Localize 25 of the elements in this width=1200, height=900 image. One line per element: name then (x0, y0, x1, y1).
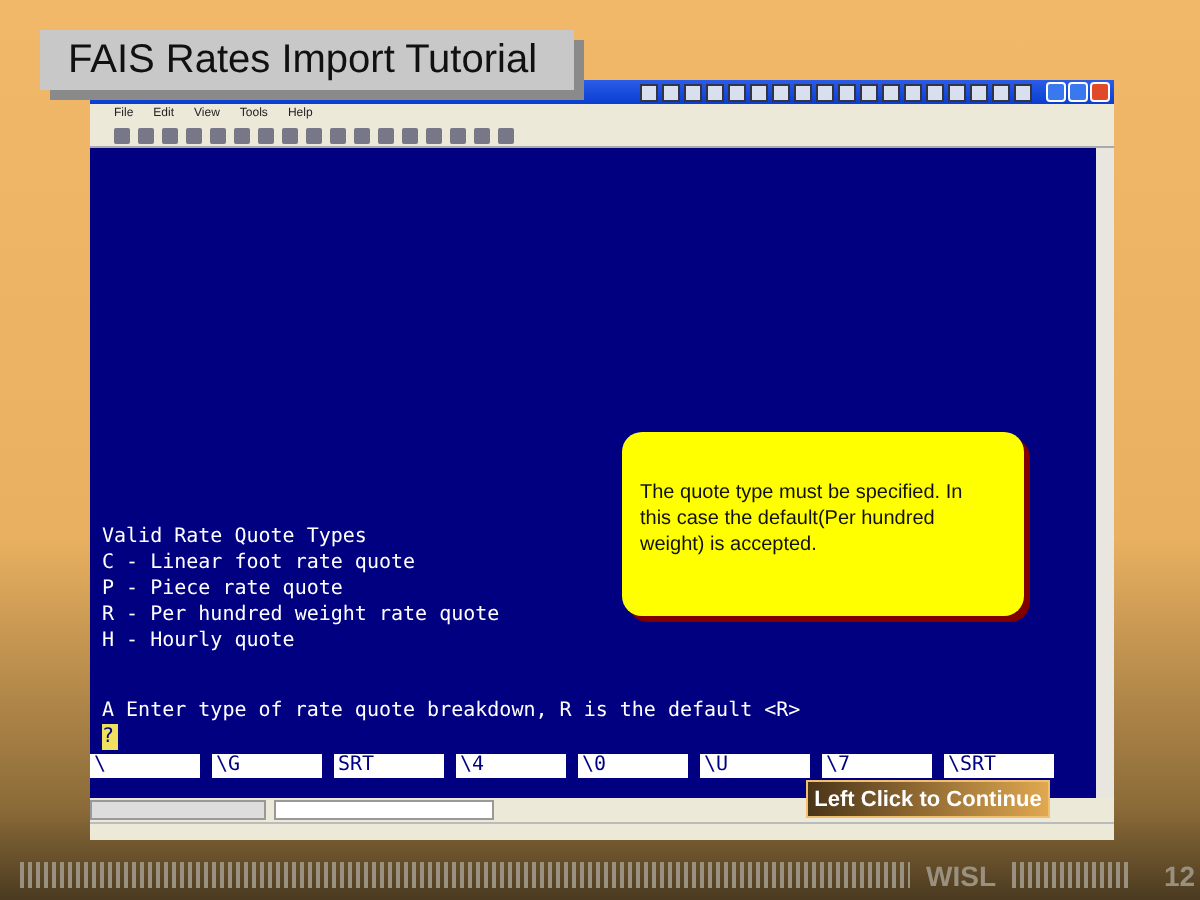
callout-note: The quote type must be specified. In this case the default(Per hundred weight) is accepted. (622, 432, 1024, 616)
terminal-line: R - Per hundred weight rate quote (102, 602, 500, 628)
close-icon[interactable] (1090, 82, 1110, 102)
function-key[interactable]: SRT (334, 754, 444, 778)
terminal-prompt: A Enter type of rate quote breakdown, R is the default <R> (102, 698, 801, 724)
terminal-input[interactable]: ? (102, 724, 118, 750)
function-key[interactable]: \4 (456, 754, 566, 778)
continue-button[interactable]: Left Click to Continue (806, 780, 1050, 818)
function-key[interactable]: \U (700, 754, 810, 778)
terminal-line: P - Piece rate quote (102, 576, 343, 602)
minimize-icon[interactable] (1046, 82, 1066, 102)
page-number: 12 (1164, 859, 1196, 891)
function-key[interactable]: \7 (822, 754, 932, 778)
function-key[interactable]: \0 (578, 754, 688, 778)
function-key[interactable]: \G (212, 754, 322, 778)
function-key[interactable]: \SRT (944, 754, 1054, 778)
terminal-line: Valid Rate Quote Types (102, 524, 367, 550)
terminal-line: H - Hourly quote (102, 628, 295, 654)
slide-title: FAIS Rates Import Tutorial (40, 30, 574, 90)
terminal-line: C - Linear foot rate quote (102, 550, 416, 576)
footer-brand: WISL (926, 859, 996, 891)
maximize-icon[interactable] (1068, 82, 1088, 102)
window-tab[interactable] (90, 800, 266, 820)
window-tab[interactable] (274, 800, 494, 820)
function-key[interactable]: \ (90, 754, 200, 778)
